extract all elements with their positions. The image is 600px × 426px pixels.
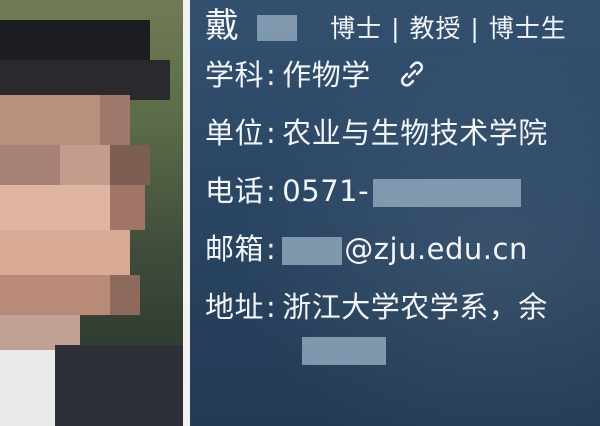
field-value: 浙江大学农学系，余 — [282, 290, 548, 324]
screenshot: 戴 博士 | 教授 | 博士生 学科: 作物学 单位: 农业与生物技术学院 电话: 0… — [0, 0, 600, 426]
link-icon[interactable] — [397, 59, 427, 96]
address-continuation — [302, 332, 386, 366]
photo-divider — [183, 0, 190, 426]
name-redaction — [256, 14, 297, 41]
field-value: @zju.edu.cn — [344, 232, 528, 266]
field-value: 作物学 — [282, 58, 371, 92]
field-colon: : — [266, 290, 277, 324]
academic-titles: 博士 | 教授 | 博士生 — [330, 14, 567, 43]
field-discipline: 学科: 作物学 — [205, 52, 427, 96]
field-value: 0571- — [282, 174, 370, 208]
field-phone: 电话: 0571- — [205, 168, 522, 210]
field-colon: : — [266, 232, 277, 266]
field-unit: 单位: 农业与生物技术学院 — [205, 110, 548, 152]
field-label: 地址 — [205, 290, 265, 324]
field-label: 学科 — [205, 58, 265, 92]
name-title-row: 戴 博士 | 教授 | 博士生 — [205, 0, 567, 47]
email-redaction — [282, 237, 343, 265]
profile-info-card: 戴 博士 | 教授 | 博士生 学科: 作物学 单位: 农业与生物技术学院 电话: 0… — [190, 0, 600, 426]
field-colon: : — [266, 58, 277, 92]
field-label: 邮箱 — [205, 232, 265, 266]
profile-photo-pixelated — [0, 0, 183, 426]
field-address: 地址: 浙江大学农学系，余 — [205, 284, 548, 326]
field-colon: : — [266, 174, 277, 208]
field-value: 农业与生物技术学院 — [282, 116, 548, 150]
field-label: 电话 — [205, 174, 265, 208]
surname: 戴 — [205, 6, 240, 46]
address-redaction — [302, 337, 386, 365]
field-colon: : — [266, 116, 277, 150]
field-label: 单位 — [205, 116, 265, 150]
field-email: 邮箱: @zju.edu.cn — [205, 226, 528, 268]
phone-redaction — [373, 179, 522, 207]
